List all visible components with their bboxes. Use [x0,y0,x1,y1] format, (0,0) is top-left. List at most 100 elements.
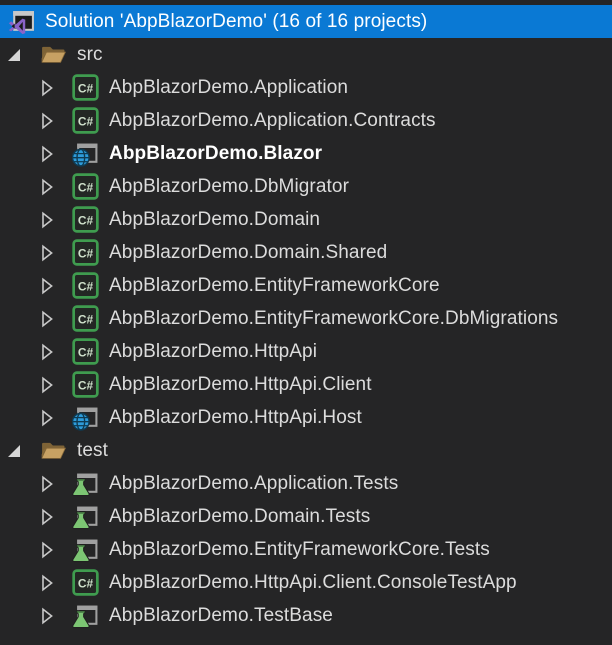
expander-collapsed-icon[interactable] [40,104,72,137]
tree-row[interactable]: test [0,434,612,467]
tree-row-label: src [77,44,103,66]
tree-row-label: AbpBlazorDemo.EntityFrameworkCore [109,275,440,297]
test-icon [72,602,99,629]
tree-row[interactable]: AbpBlazorDemo.TestBase [0,599,612,632]
svg-text:C#: C# [78,114,94,128]
solution-icon [8,8,35,35]
tree-row-label: AbpBlazorDemo.DbMigrator [109,176,349,198]
row-indent [8,153,40,154]
tree-row[interactable]: C# AbpBlazorDemo.EntityFrameworkCore.DbM… [0,302,612,335]
tree-row[interactable]: C# AbpBlazorDemo.HttpApi.Client.ConsoleT… [0,566,612,599]
tree-row[interactable]: AbpBlazorDemo.EntityFrameworkCore.Tests [0,533,612,566]
expander-collapsed-icon[interactable] [40,533,72,566]
expander-collapsed-icon[interactable] [40,137,72,170]
tree-row-label: AbpBlazorDemo.HttpApi.Client [109,374,372,396]
tree-row[interactable]: C# AbpBlazorDemo.Application [0,71,612,104]
expander-collapsed-icon[interactable] [40,401,72,434]
test-icon [72,503,99,530]
row-indent [8,483,40,484]
svg-text:C#: C# [78,576,94,590]
svg-text:C#: C# [78,345,94,359]
csharp-icon: C# [72,74,99,101]
tree-row[interactable]: C# AbpBlazorDemo.DbMigrator [0,170,612,203]
csharp-icon: C# [72,173,99,200]
svg-text:C#: C# [78,378,94,392]
tree-row-label: AbpBlazorDemo.Domain.Tests [109,506,370,528]
test-icon [72,536,99,563]
solution-explorer-tree: Solution 'AbpBlazorDemo' (16 of 16 proje… [0,0,612,645]
csharp-icon: C# [72,206,99,233]
csharp-icon: C# [72,338,99,365]
expander-collapsed-icon[interactable] [40,566,72,599]
tree-row-label: test [77,440,108,462]
tree-row[interactable]: C# AbpBlazorDemo.Application.Contracts [0,104,612,137]
expander-collapsed-icon[interactable] [40,269,72,302]
svg-text:C#: C# [78,279,94,293]
csharp-icon: C# [72,272,99,299]
web-icon [72,404,99,431]
svg-text:C#: C# [78,180,94,194]
tree-row[interactable]: C# AbpBlazorDemo.HttpApi [0,335,612,368]
tree-row-label: AbpBlazorDemo.Domain.Shared [109,242,387,264]
tree-row-label: AbpBlazorDemo.Domain [109,209,320,231]
expander-collapsed-icon[interactable] [40,467,72,500]
tree-row-label: AbpBlazorDemo.HttpApi.Host [109,407,362,429]
row-indent [8,351,40,352]
folder-open-icon [40,41,67,68]
svg-text:C#: C# [78,213,94,227]
row-indent [8,615,40,616]
tree-row[interactable]: AbpBlazorDemo.Blazor [0,137,612,170]
tree-row-label: AbpBlazorDemo.Application [109,77,348,99]
tree-row-label: Solution 'AbpBlazorDemo' (16 of 16 proje… [45,11,427,33]
svg-text:C#: C# [78,246,94,260]
csharp-icon: C# [72,239,99,266]
tree-row-label: AbpBlazorDemo.Blazor [109,143,322,165]
tree-row-label: AbpBlazorDemo.EntityFrameworkCore.DbMigr… [109,308,558,330]
tree-row-label: AbpBlazorDemo.HttpApi.Client.ConsoleTest… [109,572,517,594]
tree-row[interactable]: C# AbpBlazorDemo.Domain.Shared [0,236,612,269]
row-indent [8,417,40,418]
row-indent [8,318,40,319]
tree-row-label: AbpBlazorDemo.HttpApi [109,341,317,363]
row-indent [8,549,40,550]
row-indent [8,384,40,385]
svg-text:C#: C# [78,312,94,326]
row-indent [8,516,40,517]
expander-collapsed-icon[interactable] [40,236,72,269]
tree-row[interactable]: C# AbpBlazorDemo.Domain [0,203,612,236]
expander-collapsed-icon[interactable] [40,203,72,236]
expander-expanded-icon[interactable] [8,38,40,71]
expander-collapsed-icon[interactable] [40,335,72,368]
tree-row-label: AbpBlazorDemo.EntityFrameworkCore.Tests [109,539,490,561]
row-indent [8,252,40,253]
tree-row[interactable]: AbpBlazorDemo.Domain.Tests [0,500,612,533]
csharp-icon: C# [72,305,99,332]
tree-row[interactable]: AbpBlazorDemo.Application.Tests [0,467,612,500]
row-indent [8,87,40,88]
tree-row[interactable]: AbpBlazorDemo.HttpApi.Host [0,401,612,434]
tree-row[interactable]: Solution 'AbpBlazorDemo' (16 of 16 proje… [0,5,612,38]
expander-expanded-icon[interactable] [8,434,40,467]
test-icon [72,470,99,497]
expander-collapsed-icon[interactable] [40,368,72,401]
tree-row-label: AbpBlazorDemo.Application.Tests [109,473,398,495]
tree-row-label: AbpBlazorDemo.Application.Contracts [109,110,436,132]
row-indent [8,219,40,220]
expander-collapsed-icon[interactable] [40,599,72,632]
tree-row[interactable]: src [0,38,612,71]
row-indent [8,582,40,583]
csharp-icon: C# [72,371,99,398]
tree-row[interactable]: C# AbpBlazorDemo.EntityFrameworkCore [0,269,612,302]
expander-collapsed-icon[interactable] [40,170,72,203]
row-indent [8,120,40,121]
row-indent [8,186,40,187]
svg-text:C#: C# [78,81,94,95]
folder-open-icon [40,437,67,464]
tree-row[interactable]: C# AbpBlazorDemo.HttpApi.Client [0,368,612,401]
expander-collapsed-icon[interactable] [40,71,72,104]
expander-collapsed-icon[interactable] [40,302,72,335]
row-indent [8,285,40,286]
expander-collapsed-icon[interactable] [40,500,72,533]
csharp-icon: C# [72,107,99,134]
web-icon [72,140,99,167]
